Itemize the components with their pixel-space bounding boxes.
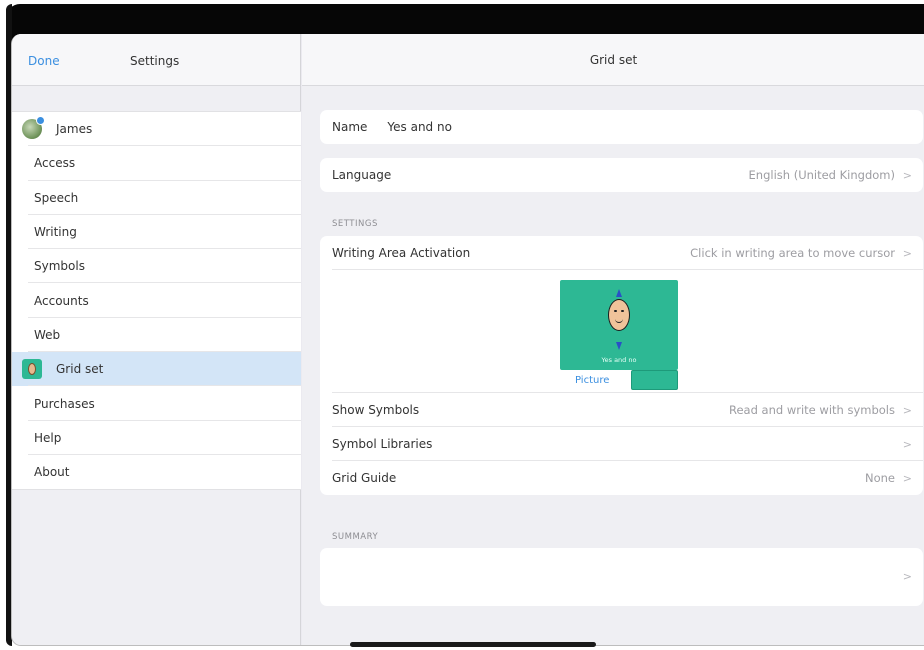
sidebar-header: Done Settings xyxy=(12,34,300,86)
home-indicator[interactable] xyxy=(350,642,596,647)
avatar-badge-icon xyxy=(36,116,45,126)
settings-card: Writing Area Activation Click in writing… xyxy=(320,236,923,495)
chevron-right-icon: > xyxy=(902,437,912,451)
arrow-up-icon xyxy=(616,289,622,297)
grid-set-icon xyxy=(22,359,42,380)
language-row[interactable]: Language English (United Kingdom) > xyxy=(320,158,923,192)
sidebar-item-help[interactable]: Help xyxy=(12,421,301,456)
sidebar-item-label: James xyxy=(56,122,93,137)
summary-card[interactable]: > xyxy=(320,548,923,606)
sidebar-item-label: Web xyxy=(34,327,61,342)
detail-header: Grid set xyxy=(302,34,924,86)
sidebar-item-accounts[interactable]: Accounts xyxy=(12,283,301,319)
user-avatar-icon xyxy=(22,116,45,140)
sidebar-item-purchases[interactable]: Purchases xyxy=(12,386,301,421)
sidebar-item-james[interactable]: James xyxy=(12,112,301,147)
sidebar-item-label: Purchases xyxy=(34,396,95,411)
writing-area-activation-label: Writing Area Activation xyxy=(332,246,471,260)
chevron-right-icon: > xyxy=(902,471,912,485)
chevron-right-icon: > xyxy=(902,168,912,182)
picture-button[interactable]: Picture xyxy=(575,375,609,386)
sidebar-item-label: Access xyxy=(34,156,76,171)
symbol-libraries-label: Symbol Libraries xyxy=(332,437,433,451)
sidebar-item-symbols[interactable]: Symbols xyxy=(12,249,301,284)
language-value: English (United Kingdom) xyxy=(748,168,895,182)
sidebar-item-label: Writing xyxy=(34,225,77,240)
chevron-right-icon: > xyxy=(902,403,912,417)
face-symbol-icon xyxy=(608,299,630,331)
sidebar-item-label: Speech xyxy=(34,190,79,205)
name-label: Name xyxy=(332,120,368,134)
page-title: Grid set xyxy=(589,52,638,67)
settings-section-label: SETTINGS xyxy=(332,219,378,229)
summary-section-label: SUMMARY xyxy=(332,532,379,542)
name-row[interactable]: Name Yes and no xyxy=(320,110,923,144)
grid-preview-tile[interactable]: Yes and no xyxy=(560,280,678,370)
show-symbols-row[interactable]: Show Symbols Read and write with symbols… xyxy=(320,393,923,427)
name-field[interactable]: Yes and no xyxy=(387,120,452,134)
done-button[interactable]: Done xyxy=(28,54,60,68)
language-card: Language English (United Kingdom) > xyxy=(320,158,923,192)
chevron-right-icon: > xyxy=(902,246,912,260)
sidebar-item-writing[interactable]: Writing xyxy=(12,215,301,250)
show-symbols-value: Read and write with symbols xyxy=(729,403,895,417)
sidebar-item-access[interactable]: Access xyxy=(12,146,301,181)
symbol-libraries-row[interactable]: Symbol Libraries > xyxy=(320,427,923,461)
grid-guide-label: Grid Guide xyxy=(332,471,397,485)
sidebar-item-label: Grid set xyxy=(56,362,104,377)
arrow-down-icon xyxy=(616,342,622,350)
settings-menu: James Access Speech Writing Symbols Acco… xyxy=(12,111,301,491)
sidebar-item-speech[interactable]: Speech xyxy=(12,181,301,216)
sidebar-item-label: About xyxy=(34,465,70,480)
sidebar-item-label: Accounts xyxy=(34,293,89,308)
sidebar-item-label: Symbols xyxy=(34,259,85,274)
settings-sidebar: Done Settings James Access Speech Writin… xyxy=(12,34,301,645)
grid-guide-row[interactable]: Grid Guide None > xyxy=(320,461,923,495)
device-frame: Done Settings James Access Speech Writin… xyxy=(0,0,924,650)
color-swatch-button[interactable] xyxy=(631,370,678,390)
writing-area-activation-row[interactable]: Writing Area Activation Click in writing… xyxy=(320,236,923,270)
sidebar-item-web[interactable]: Web xyxy=(12,318,301,353)
screen: Done Settings James Access Speech Writin… xyxy=(11,34,924,646)
sidebar-title: Settings xyxy=(130,54,180,68)
language-label: Language xyxy=(332,168,392,182)
writing-area-activation-value: Click in writing area to move cursor xyxy=(690,246,895,260)
grid-preview-area: Yes and no Picture xyxy=(320,270,923,393)
name-card: Name Yes and no xyxy=(320,110,923,144)
sidebar-item-about[interactable]: About xyxy=(12,455,301,489)
chevron-right-icon: > xyxy=(902,570,912,583)
grid-guide-value: None xyxy=(864,471,895,485)
sidebar-item-grid-set[interactable]: Grid set xyxy=(12,352,301,387)
tile-caption: Yes and no xyxy=(601,356,637,364)
sidebar-item-label: Help xyxy=(34,430,62,445)
grid-set-detail: Grid set Name Yes and no Language Englis… xyxy=(302,34,924,645)
show-symbols-label: Show Symbols xyxy=(332,403,420,417)
